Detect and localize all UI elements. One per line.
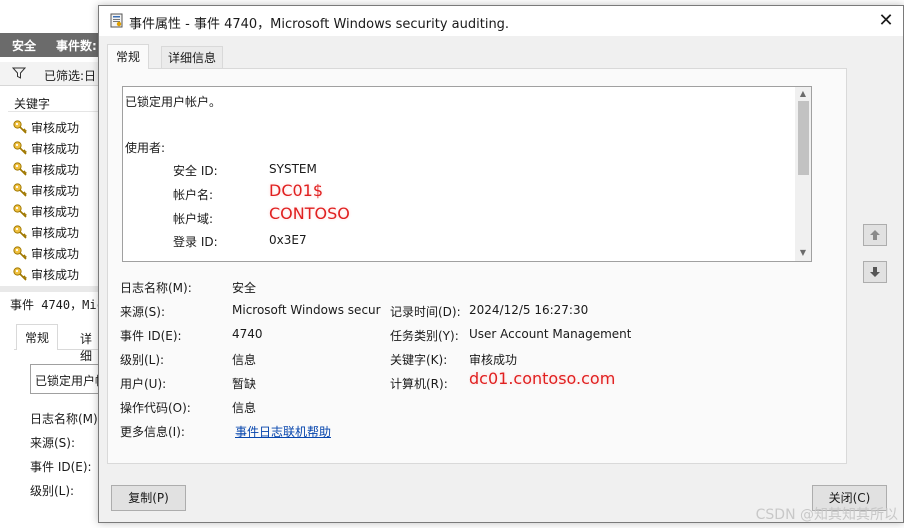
logged-value: 2024/12/5 16:27:30 (469, 303, 589, 317)
tab-details[interactable]: 详细信息 (161, 46, 224, 68)
arrow-up-icon (870, 230, 880, 240)
description-subject-label: 使用者: (125, 141, 166, 155)
arrow-down-icon (870, 267, 880, 277)
opcode-label: 操作代码(O): (120, 401, 191, 415)
key-icon (13, 246, 27, 260)
lower-field-level: 级别(L): (30, 484, 75, 498)
lower-description-text: 已锁定用户帐 (35, 374, 108, 388)
event-row[interactable]: 审核成功 (8, 137, 100, 158)
scroll-up-arrow-icon[interactable]: ▲ (798, 89, 808, 99)
event-row[interactable]: 审核成功 (8, 221, 100, 242)
pane-splitter[interactable] (0, 286, 100, 292)
key-icon (13, 267, 27, 281)
copy-button[interactable]: 复制(P) (111, 485, 186, 511)
general-tab-panel: 已锁定用户帐户。 使用者: 安全 ID: SYSTEM 帐户名: DC01$ 帐… (107, 68, 847, 464)
opcode-value: 信息 (232, 401, 257, 415)
description-heading: 已锁定用户帐户。 (125, 95, 222, 109)
online-help-link[interactable]: 事件日志联机帮助 (235, 423, 331, 440)
log-name-value: 安全 (232, 281, 257, 295)
computer-value: dc01.contoso.com (469, 369, 616, 388)
event-id-label: 事件 ID(E): (120, 329, 182, 343)
keywords-value: 审核成功 (469, 353, 518, 367)
log-name-label: 安全 (12, 39, 37, 53)
level-value: 信息 (232, 353, 257, 367)
account-domain-label: 帐户域: (173, 212, 214, 226)
event-id-value: 4740 (232, 327, 263, 341)
lower-field-log-name: 日志名称(M) (30, 412, 98, 426)
event-row[interactable]: 审核成功 (8, 263, 100, 284)
source-value: Microsoft Windows secur (232, 303, 381, 317)
lower-field-event-id: 事件 ID(E): (30, 460, 92, 474)
security-id-value: SYSTEM (269, 162, 317, 176)
keywords-label: 关键字(K): (390, 353, 448, 367)
previous-event-button[interactable] (863, 224, 887, 246)
keyword-column-header[interactable]: 关键字 (8, 92, 100, 112)
lower-tab-general[interactable]: 常规 (16, 324, 59, 350)
tab-general[interactable]: 常规 (107, 44, 150, 69)
account-name-value: DC01$ (269, 181, 324, 200)
event-row[interactable]: 审核成功 (8, 242, 100, 263)
task-category-value: User Account Management (469, 327, 632, 341)
watermark: CSDN @知其知其所以 (755, 507, 898, 523)
key-icon (13, 141, 27, 155)
lower-field-source: 来源(S): (30, 436, 76, 450)
filter-label: 已筛选:日 (44, 69, 97, 83)
event-row-keyword: 审核成功 (31, 226, 80, 240)
filter-bar: 已筛选:日 (0, 62, 100, 86)
dialog-title: 事件属性 - 事件 4740，Microsoft Windows securit… (129, 17, 510, 32)
task-category-label: 任务类别(Y): (390, 329, 459, 343)
logon-id-value: 0x3E7 (269, 233, 307, 247)
scrollbar-thumb[interactable] (798, 101, 809, 175)
source-label: 来源(S): (120, 305, 166, 319)
event-row[interactable]: 审核成功 (8, 116, 100, 137)
log-name-label: 日志名称(M): (120, 281, 192, 295)
event-row-keyword: 审核成功 (31, 142, 80, 156)
log-header-strip: 安全 事件数: (0, 33, 100, 57)
logon-id-label: 登录 ID: (173, 235, 218, 249)
security-id-label: 安全 ID: (173, 164, 218, 178)
lower-pane-title: 事件 4740，Mic (10, 298, 104, 312)
event-row[interactable]: 审核成功 (8, 158, 100, 179)
more-info-label: 更多信息(I): (120, 425, 185, 439)
event-row-keyword: 审核成功 (31, 205, 80, 219)
account-name-label: 帐户名: (173, 188, 214, 202)
logged-label: 记录时间(D): (390, 305, 461, 319)
computer-label: 计算机(R): (390, 377, 448, 391)
lower-pane-tabs: 常规 详细 (14, 324, 100, 363)
key-icon (13, 225, 27, 239)
event-row-keyword: 审核成功 (31, 268, 80, 282)
event-row-keyword: 审核成功 (31, 247, 80, 261)
keyword-column-label: 关键字 (14, 97, 51, 111)
scroll-down-arrow-icon[interactable]: ▼ (798, 248, 808, 258)
key-icon (13, 162, 27, 176)
key-icon (13, 183, 27, 197)
event-row-keyword: 审核成功 (31, 121, 80, 135)
event-properties-dialog: 事件属性 - 事件 4740，Microsoft Windows securit… (98, 5, 904, 523)
user-label: 用户(U): (120, 377, 167, 391)
filter-icon (12, 67, 26, 79)
user-value: 暂缺 (232, 377, 257, 391)
event-log-icon (110, 13, 123, 28)
event-row-keyword: 审核成功 (31, 184, 80, 198)
lower-description-box: 已锁定用户帐 (30, 364, 107, 394)
next-event-button[interactable] (863, 261, 887, 283)
event-row-keyword: 审核成功 (31, 163, 80, 177)
event-description-box[interactable]: 已锁定用户帐户。 使用者: 安全 ID: SYSTEM 帐户名: DC01$ 帐… (122, 86, 812, 262)
account-domain-value: CONTOSO (269, 204, 350, 223)
event-count-label: 事件数: (56, 39, 97, 53)
event-row[interactable]: 审核成功 (8, 200, 100, 221)
event-row[interactable]: 审核成功 (8, 179, 100, 200)
key-icon (13, 204, 27, 218)
description-scrollbar[interactable]: ▲ ▼ (795, 87, 811, 261)
level-label: 级别(L): (120, 353, 165, 367)
close-icon[interactable]: ✕ (873, 8, 899, 34)
lower-tab-details[interactable]: 详细 (72, 327, 100, 367)
key-icon (13, 120, 27, 134)
dialog-titlebar[interactable]: 事件属性 - 事件 4740，Microsoft Windows securit… (99, 6, 903, 36)
